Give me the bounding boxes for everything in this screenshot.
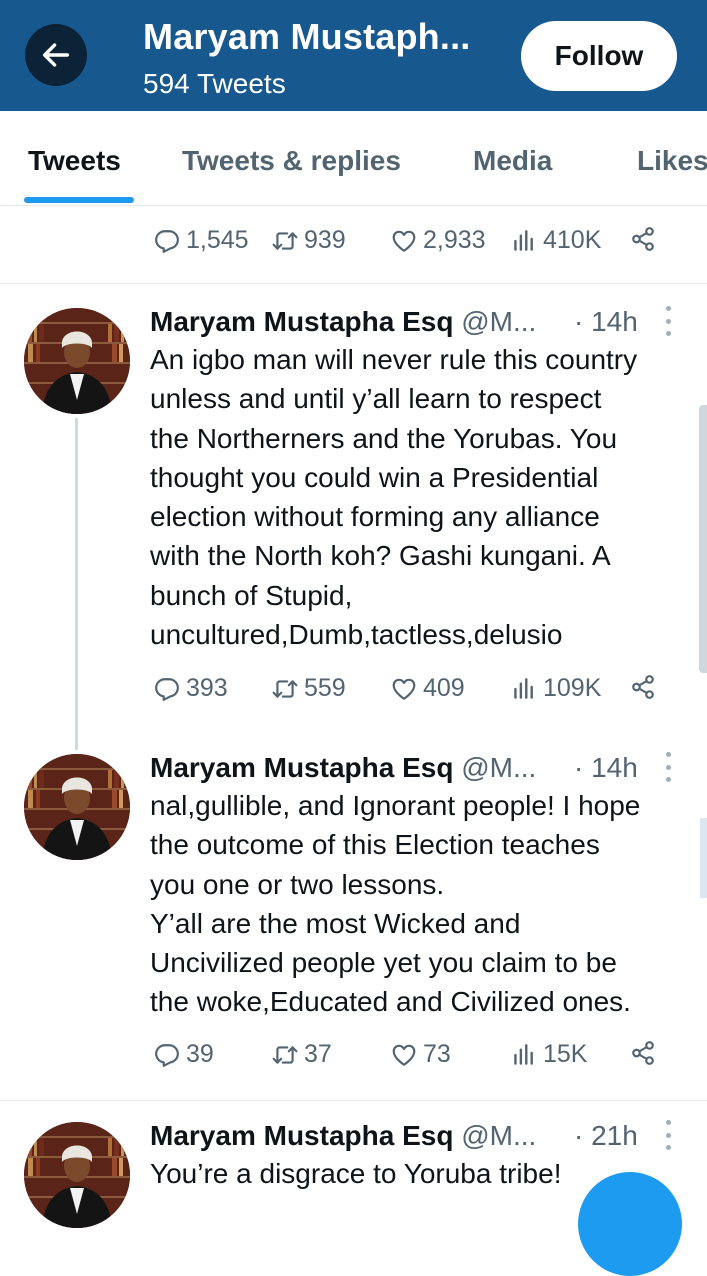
- views-button[interactable]: 15K: [511, 1040, 587, 1069]
- retweet-icon: [272, 679, 298, 698]
- views-icon: [514, 677, 533, 699]
- more-icon[interactable]: [660, 1120, 676, 1150]
- retweet-icon: [272, 231, 298, 250]
- tweet-author[interactable]: Maryam Mustapha Esq @M...: [150, 1120, 536, 1152]
- like-button[interactable]: 2,933: [391, 226, 486, 255]
- views-count: 15K: [543, 1040, 588, 1068]
- follow-button[interactable]: Follow: [521, 21, 677, 91]
- profile-header: Maryam Mustaph... 594 Tweets Follow: [0, 0, 707, 111]
- tweet-text: An igbo man will never rule this country…: [150, 344, 638, 651]
- retweet-button[interactable]: 559: [272, 674, 346, 703]
- reply-button[interactable]: 39: [154, 1040, 214, 1069]
- more-icon[interactable]: [660, 306, 676, 336]
- tab-tweets-replies[interactable]: Tweets & replies: [182, 145, 401, 177]
- profile-name: Maryam Mustaph...: [143, 16, 471, 57]
- author-handle: @M...: [461, 1120, 537, 1151]
- profile-tabs: Tweets Tweets & replies Media Likes: [0, 111, 707, 206]
- like-count: 409: [423, 674, 465, 702]
- author-handle: @M...: [461, 752, 537, 783]
- more-icon[interactable]: [660, 752, 676, 782]
- retweet-count: 559: [304, 674, 346, 702]
- author-handle: @M...: [461, 306, 537, 337]
- author-name: Maryam Mustapha Esq: [150, 1120, 454, 1151]
- views-icon: [514, 1043, 533, 1065]
- tweet-author[interactable]: Maryam Mustapha Esq @M...: [150, 752, 536, 784]
- views-button[interactable]: 109K: [511, 674, 601, 703]
- reply-icon: [155, 677, 179, 701]
- tweet-time[interactable]: · 14h: [574, 752, 638, 784]
- views-icon: [514, 229, 533, 251]
- tweet-time[interactable]: · 14h: [574, 306, 638, 338]
- reply-count: 393: [186, 674, 228, 702]
- reply-count: 39: [186, 1040, 214, 1068]
- tweet-time[interactable]: · 21h: [574, 1120, 638, 1152]
- like-icon: [392, 678, 416, 700]
- back-arrow-icon: [42, 43, 70, 67]
- retweet-count: 37: [304, 1040, 332, 1068]
- author-name: Maryam Mustapha Esq: [150, 306, 454, 337]
- back-button[interactable]: [25, 24, 87, 86]
- author-name: Maryam Mustapha Esq: [150, 752, 454, 783]
- reply-count: 1,545: [186, 226, 249, 254]
- edge-panel-handle[interactable]: [699, 405, 707, 673]
- retweet-count: 939: [304, 226, 346, 254]
- reply-button[interactable]: 393: [154, 674, 228, 703]
- like-count: 73: [423, 1040, 451, 1068]
- like-icon: [392, 1044, 416, 1066]
- compose-tweet-button[interactable]: [578, 1172, 682, 1276]
- scrollbar[interactable]: [700, 818, 707, 898]
- retweet-button[interactable]: 939: [272, 226, 346, 255]
- share-button[interactable]: [630, 674, 656, 700]
- views-count: 410K: [543, 226, 602, 254]
- reply-button[interactable]: 1,545: [154, 226, 249, 255]
- divider: [0, 1100, 707, 1101]
- like-icon: [392, 230, 416, 252]
- share-button[interactable]: [630, 226, 656, 252]
- tab-likes[interactable]: Likes: [637, 145, 707, 177]
- tweet-actions: 39 37 73 15K: [0, 1040, 707, 1080]
- tweet-actions: 393 559 409 109K: [0, 674, 707, 714]
- share-button[interactable]: [630, 1040, 656, 1066]
- tweet-author[interactable]: Maryam Mustapha Esq @M...: [150, 306, 536, 338]
- avatar[interactable]: [24, 754, 130, 860]
- avatar[interactable]: [24, 308, 130, 414]
- tab-media[interactable]: Media: [473, 145, 552, 177]
- share-icon: [632, 675, 654, 699]
- avatar[interactable]: [24, 1122, 130, 1228]
- share-icon: [632, 227, 654, 251]
- reply-icon: [155, 229, 179, 253]
- retweet-button[interactable]: 37: [272, 1040, 332, 1069]
- views-count: 109K: [543, 674, 602, 702]
- retweet-icon: [272, 1045, 298, 1064]
- active-tab-indicator: [24, 197, 134, 203]
- tweet-text: nal,gullible, and Ignorant people! I hop…: [150, 790, 641, 1018]
- reply-icon: [155, 1043, 179, 1067]
- like-button[interactable]: 409: [391, 674, 465, 703]
- tweet-count: 594 Tweets: [143, 68, 286, 99]
- tweet-actions: 1,545 939 2,933 410K: [0, 226, 707, 266]
- views-button[interactable]: 410K: [511, 226, 601, 255]
- tab-tweets[interactable]: Tweets: [28, 145, 121, 177]
- like-count: 2,933: [423, 226, 486, 254]
- share-icon: [632, 1041, 654, 1065]
- divider: [0, 283, 707, 284]
- like-button[interactable]: 73: [391, 1040, 451, 1069]
